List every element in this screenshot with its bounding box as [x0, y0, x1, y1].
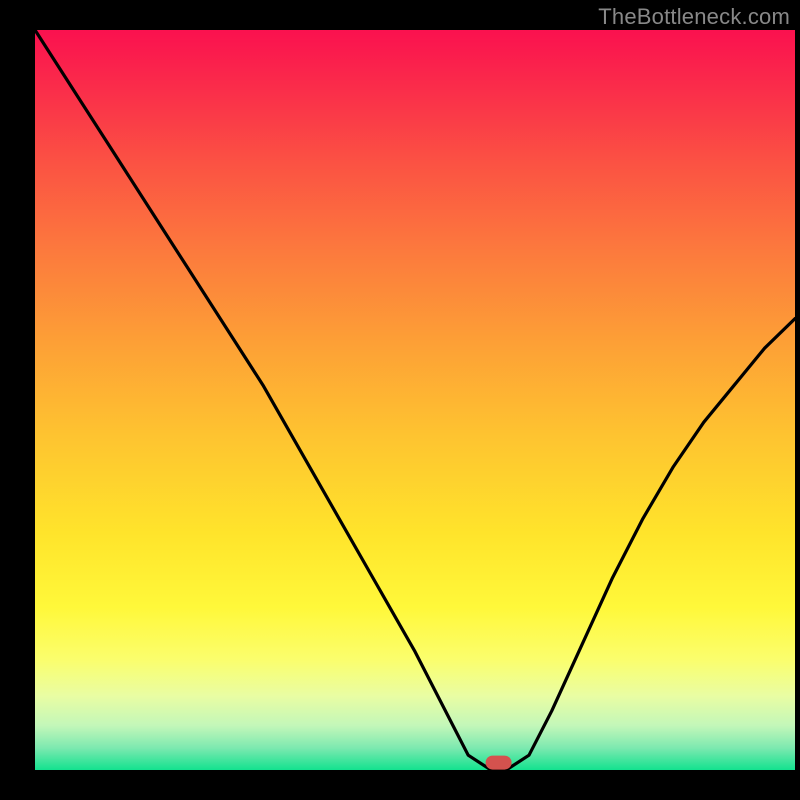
- optimal-marker: [486, 756, 512, 770]
- watermark-label: TheBottleneck.com: [598, 4, 790, 30]
- plot-background: [35, 30, 795, 770]
- chart-frame: TheBottleneck.com: [0, 0, 800, 800]
- bottleneck-plot: [0, 0, 800, 800]
